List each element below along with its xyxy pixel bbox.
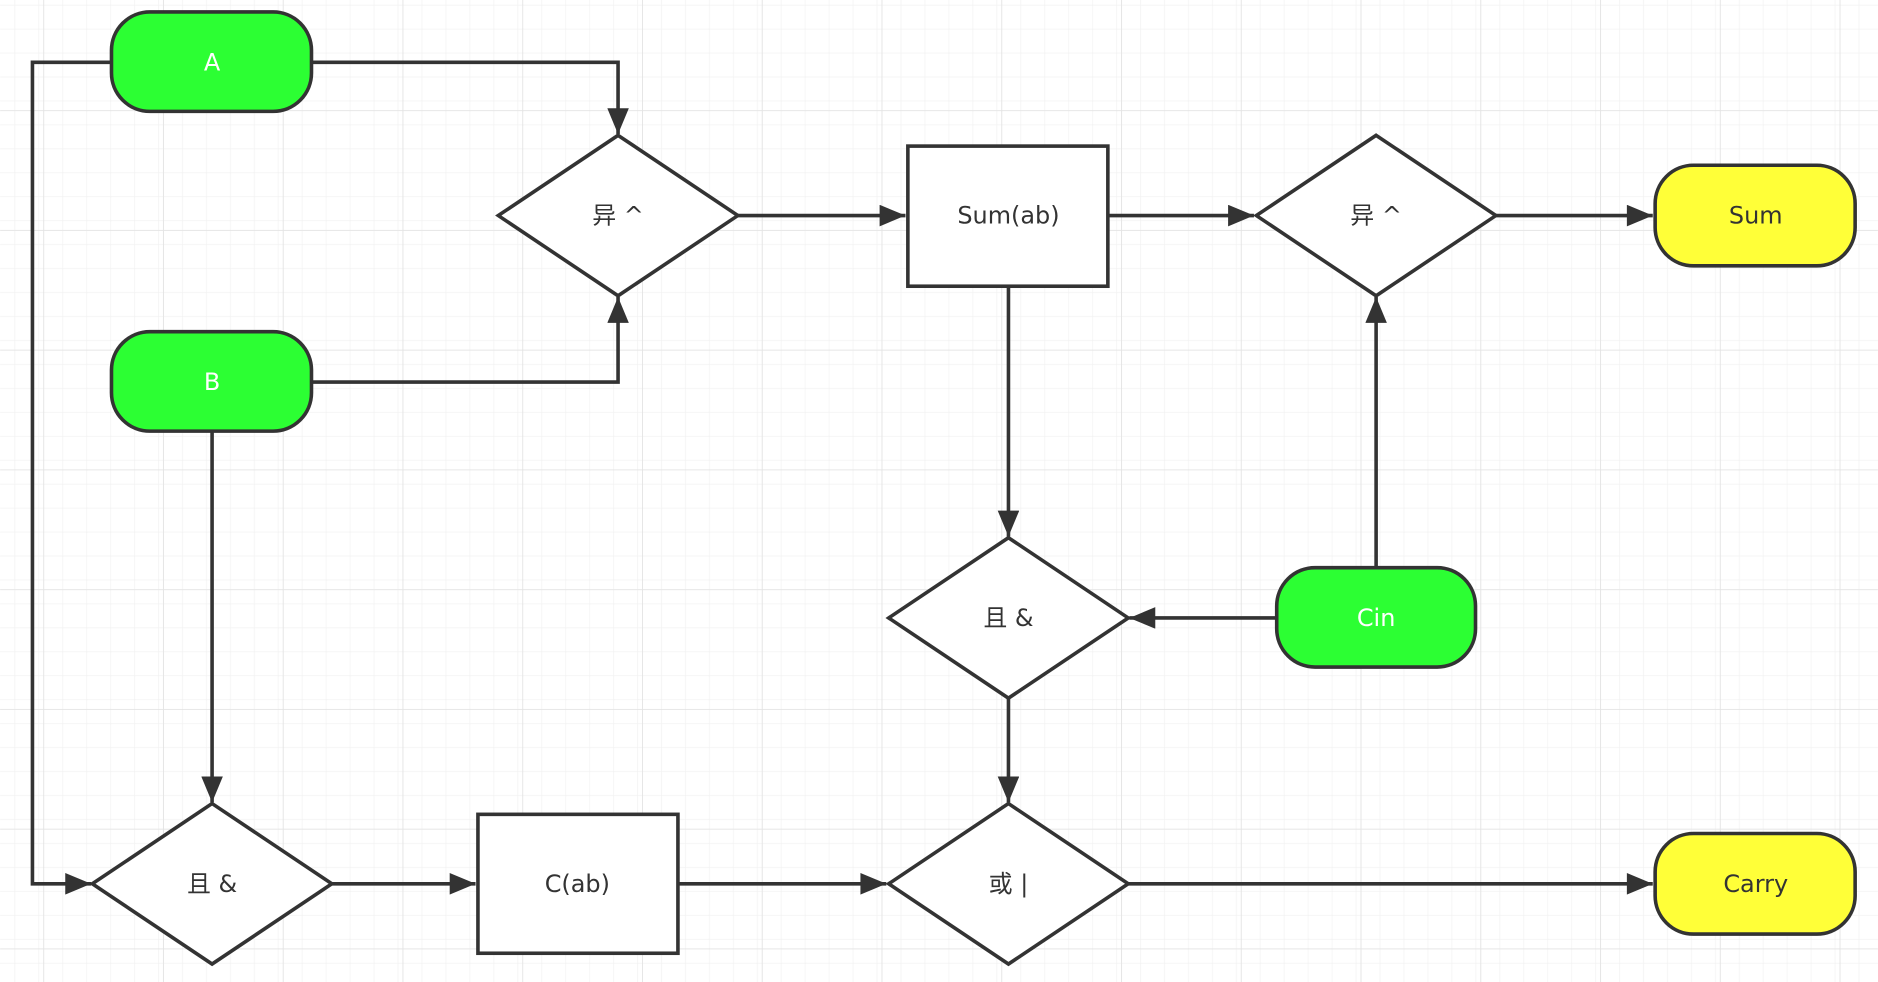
node-and2-label: 且 & [187,870,237,898]
node-or-label: 或 | [989,870,1029,898]
flowchart-canvas: A B Cin 异 ^ Sum(ab) 异 ^ Sum 且 & 且 & C(ab… [0,0,1878,982]
node-carry-label: Carry [1723,870,1788,898]
node-xor1-label: 异 ^ [592,202,644,230]
node-a[interactable]: A [109,10,314,114]
node-c-ab[interactable]: C(ab) [476,812,680,956]
node-cin-label: Cin [1357,604,1396,632]
node-sum[interactable]: Sum [1653,163,1857,268]
node-c-ab-label: C(ab) [545,870,610,898]
node-xor2-label: 异 ^ [1350,202,1402,230]
node-sum-ab-label: Sum(ab) [957,202,1059,230]
node-cin[interactable]: Cin [1274,565,1478,669]
node-b[interactable]: B [109,329,314,433]
node-and1-label: 且 & [983,604,1033,632]
node-b-label: B [204,368,220,396]
node-carry[interactable]: Carry [1653,831,1857,936]
node-a-label: A [204,48,221,76]
node-sum-label: Sum [1729,202,1783,230]
node-sum-ab[interactable]: Sum(ab) [906,144,1110,289]
